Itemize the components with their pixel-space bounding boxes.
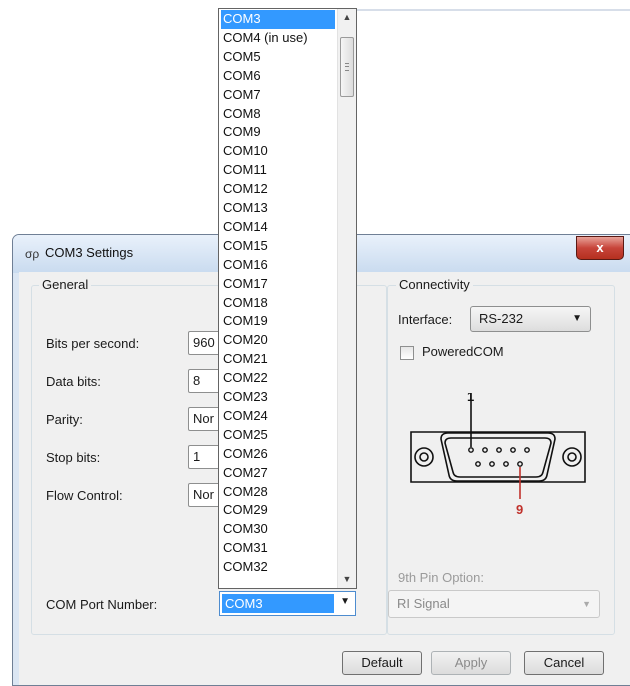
dropdown-item[interactable]: COM18 [221, 294, 335, 313]
dropdown-item[interactable]: COM23 [221, 388, 335, 407]
scroll-down-icon[interactable]: ▼ [338, 571, 356, 588]
dropdown-item[interactable]: COM31 [221, 539, 335, 558]
dropdown-item[interactable]: COM15 [221, 237, 335, 256]
bits-per-second-label: Bits per second: [46, 336, 140, 351]
ninth-pin-option-value: RI Signal [397, 596, 450, 611]
cancel-button[interactable]: Cancel [524, 651, 604, 675]
dropdown-item[interactable]: COM13 [221, 199, 335, 218]
window-title: COM3 Settings [45, 245, 134, 260]
dropdown-item[interactable]: COM7 [221, 86, 335, 105]
dropdown-item[interactable]: COM8 [221, 105, 335, 124]
ninth-pin-option-select: RI Signal ▼ [388, 590, 600, 618]
powered-com-label: PoweredCOM [422, 344, 504, 359]
dropdown-item[interactable]: COM32 [221, 558, 335, 577]
dropdown-item[interactable]: COM10 [221, 142, 335, 161]
background-window-edge [356, 9, 630, 11]
screw-right-icon [562, 447, 582, 467]
dropdown-item[interactable]: COM22 [221, 369, 335, 388]
com-port-number-value: COM3 [222, 594, 334, 613]
dropdown-item[interactable]: COM28 [221, 483, 335, 502]
ninth-pin-option-label: 9th Pin Option: [398, 570, 484, 585]
dropdown-item[interactable]: COM3 [221, 10, 335, 29]
interface-select[interactable]: RS-232 ▼ [470, 306, 591, 332]
com-port-number-select[interactable]: COM3 ▼ [219, 591, 356, 616]
dropdown-item[interactable]: COM17 [221, 275, 335, 294]
com-port-icon: σρ [25, 247, 40, 261]
dropdown-item[interactable]: COM19 [221, 312, 335, 331]
stop-bits-label: Stop bits: [46, 450, 101, 465]
apply-button[interactable]: Apply [431, 651, 511, 675]
dropdown-item[interactable]: COM5 [221, 48, 335, 67]
dropdown-item[interactable]: COM26 [221, 445, 335, 464]
dropdown-item[interactable]: COM20 [221, 331, 335, 350]
chevron-down-icon: ▼ [582, 599, 591, 609]
dropdown-item[interactable]: COM9 [221, 123, 335, 142]
com-port-dropdown-list[interactable]: COM3 COM4 (in use) COM5 COM6 COM7 COM8 COM9 COM… [218, 8, 357, 589]
dropdown-item[interactable]: COM6 [221, 67, 335, 86]
dropdown-scrollbar[interactable]: ▲ ▼ [337, 9, 356, 588]
dropdown-item[interactable]: COM27 [221, 464, 335, 483]
pin-9-label: 9 [516, 502, 523, 517]
dropdown-item[interactable]: COM30 [221, 520, 335, 539]
com-port-number-label: COM Port Number: [46, 597, 158, 612]
chevron-down-icon: ▼ [572, 313, 582, 324]
dropdown-item[interactable]: COM21 [221, 350, 335, 369]
general-legend: General [39, 277, 92, 292]
scrollbar-thumb[interactable] [340, 37, 354, 97]
scroll-up-icon[interactable]: ▲ [338, 9, 356, 26]
pin-1-label: 1 [467, 393, 474, 404]
dropdown-item[interactable]: COM11 [221, 161, 335, 180]
interface-value: RS-232 [479, 311, 524, 326]
data-bits-label: Data bits: [46, 374, 101, 389]
dropdown-item[interactable]: COM29 [221, 501, 335, 520]
db9-pinout-path [410, 431, 586, 483]
default-button[interactable]: Default [342, 651, 422, 675]
flow-control-label: Flow Control: [46, 488, 123, 503]
connectivity-legend: Connectivity [396, 277, 473, 292]
dropdown-item[interactable]: COM24 [221, 407, 335, 426]
powered-com-checkbox[interactable] [400, 346, 414, 360]
dropdown-item[interactable]: COM16 [221, 256, 335, 275]
dropdown-item[interactable]: COM4 (in use) [221, 29, 335, 48]
db9-connector-diagram: 1 9 [410, 393, 586, 517]
interface-label: Interface: [398, 312, 453, 327]
chevron-down-icon: ▼ [340, 596, 350, 607]
parity-label: Parity: [46, 412, 83, 427]
screw-left-icon [414, 447, 434, 467]
dropdown-item[interactable]: COM25 [221, 426, 335, 445]
dropdown-item[interactable]: COM14 [221, 218, 335, 237]
close-button[interactable]: x [576, 236, 624, 260]
dropdown-item[interactable]: COM12 [221, 180, 335, 199]
